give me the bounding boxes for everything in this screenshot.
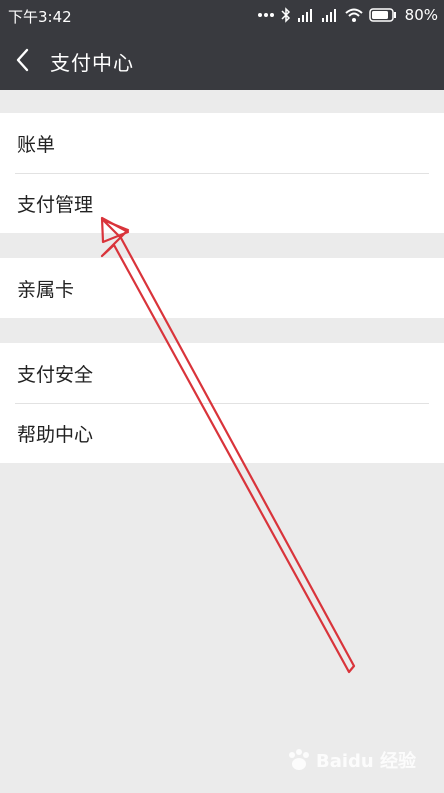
bluetooth-icon — [281, 7, 290, 23]
menu-item-payment-management[interactable]: 支付管理 — [0, 173, 444, 233]
signal-icon-2 — [321, 9, 336, 22]
menu-group-2: 亲属卡 — [0, 258, 444, 318]
status-icons: 80% — [257, 6, 438, 24]
menu-item-help-center[interactable]: 帮助中心 — [0, 403, 444, 463]
status-time: 下午3:42 — [8, 8, 72, 26]
dots-icon — [257, 13, 274, 17]
page-title: 支付中心 — [50, 51, 134, 75]
status-bar: 下午3:42 80% — [0, 0, 444, 30]
watermark-text: Baidu 经验 — [315, 751, 416, 772]
menu-item-bill[interactable]: 账单 — [0, 113, 444, 173]
menu-group-1: 账单 支付管理 — [0, 113, 444, 233]
chevron-left-icon[interactable] — [14, 48, 34, 72]
nav-bar: 支付中心 — [0, 30, 444, 90]
battery-level: 80% — [404, 6, 438, 24]
watermark: Baidu 经验 — [286, 747, 416, 773]
paw-icon — [288, 749, 309, 770]
wifi-icon — [344, 8, 363, 22]
menu-item-family-card[interactable]: 亲属卡 — [0, 258, 444, 318]
menu-group-3: 支付安全 帮助中心 — [0, 343, 444, 463]
battery-icon — [368, 8, 396, 22]
signal-icon — [297, 9, 312, 22]
menu-item-payment-security[interactable]: 支付安全 — [0, 343, 444, 403]
